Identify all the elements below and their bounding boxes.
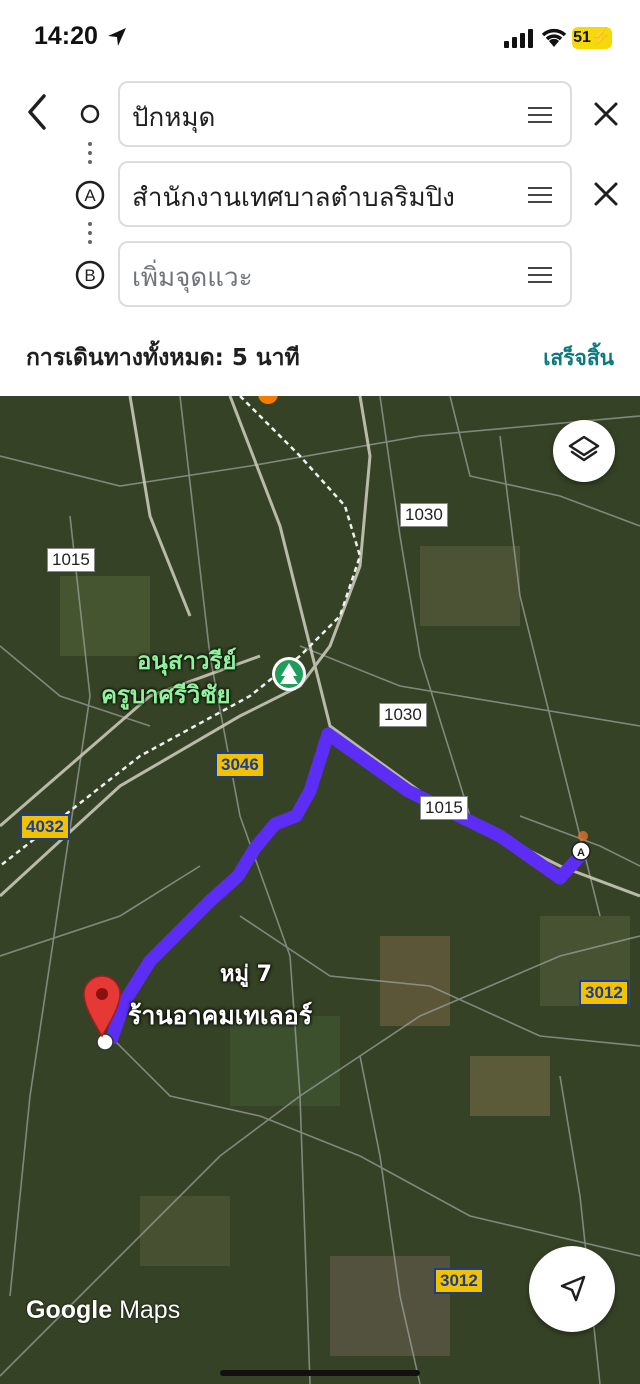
chevron-left-icon bbox=[28, 94, 46, 130]
close-icon bbox=[594, 182, 618, 206]
add-stop-placeholder: เพิ่มจุดแวะ bbox=[132, 263, 253, 293]
back-button[interactable] bbox=[18, 90, 58, 134]
google-maps-logo: Google Maps bbox=[26, 1296, 180, 1325]
origin-field[interactable]: ปักหมุด bbox=[118, 81, 572, 147]
remove-origin-button[interactable] bbox=[590, 98, 622, 130]
endpoint-a-marker: A bbox=[571, 841, 591, 861]
drag-handle-icon[interactable] bbox=[528, 107, 552, 123]
stop-b-letter: B bbox=[84, 266, 95, 285]
road-label-4032: 4032 bbox=[20, 814, 70, 840]
navigation-arrow-icon bbox=[560, 1275, 586, 1302]
remove-stop-a-button[interactable] bbox=[590, 178, 622, 210]
stop-a-value: สำนักงานเทศบาลตำบลริมปิง bbox=[132, 183, 455, 213]
road-label-1015: 1015 bbox=[47, 548, 95, 572]
battery-level: 51 bbox=[573, 29, 591, 46]
wifi-icon bbox=[541, 28, 567, 47]
origin-value: ปักหมุด bbox=[132, 103, 216, 133]
road-label-3012: 3012 bbox=[434, 1268, 484, 1294]
road-label-3012: 3012 bbox=[579, 980, 629, 1006]
status-time: 14:20 bbox=[34, 22, 98, 50]
village-label: หมู่ 7 bbox=[220, 962, 272, 987]
status-bar: 14:20 51⚡ bbox=[0, 0, 640, 76]
poi-label-line2: ครูบาศรีวิชัย bbox=[101, 681, 231, 709]
poi-label-line1: อนุสาวรีย์ bbox=[137, 647, 237, 675]
origin-point bbox=[96, 1033, 114, 1051]
logo-google: Google bbox=[26, 1296, 113, 1324]
destination-place-label[interactable]: ร้านอาคมเทเลอร์ bbox=[128, 996, 312, 1036]
park-tree-icon bbox=[272, 657, 306, 691]
poi-label[interactable]: อนุสาวรีย์ ครูบาศรีวิชัย bbox=[101, 644, 237, 712]
home-indicator[interactable] bbox=[220, 1370, 420, 1376]
close-icon bbox=[594, 102, 618, 126]
drag-handle-icon[interactable] bbox=[528, 267, 552, 283]
road-label-1015: 1015 bbox=[420, 796, 468, 820]
route-connector-dots bbox=[88, 222, 92, 249]
total-travel-time: การเดินทางทั้งหมด: 5 นาที bbox=[26, 345, 300, 371]
satellite-map: A bbox=[0, 396, 640, 1384]
done-button[interactable]: เสร็จสิ้น bbox=[543, 342, 614, 375]
stop-a-marker: A bbox=[74, 179, 106, 211]
stop-a-field[interactable]: สำนักงานเทศบาลตำบลริมปิง bbox=[118, 161, 572, 227]
stop-a-letter: A bbox=[84, 186, 96, 205]
add-stop-field[interactable]: เพิ่มจุดแวะ bbox=[118, 241, 572, 307]
origin-circle-icon bbox=[80, 104, 100, 124]
battery-indicator: 51⚡ bbox=[572, 27, 612, 49]
cellular-signal-icon bbox=[504, 29, 533, 48]
road-label-3046: 3046 bbox=[215, 752, 265, 778]
trip-summary: การเดินทางทั้งหมด: 5 นาที เสร็จสิ้น bbox=[0, 330, 640, 396]
stop-b-marker: B bbox=[74, 259, 106, 291]
road-label-1030: 1030 bbox=[400, 503, 448, 527]
layers-icon bbox=[568, 435, 600, 462]
road-label-1030: 1030 bbox=[379, 703, 427, 727]
map-view[interactable]: A 1030 1015 1030 3046 1015 4032 3012 301… bbox=[0, 396, 640, 1384]
location-arrow-icon bbox=[108, 28, 126, 46]
route-connector-dots bbox=[88, 142, 92, 169]
logo-maps: Maps bbox=[119, 1296, 181, 1324]
endpoint-a-letter: A bbox=[577, 847, 585, 859]
layers-button[interactable] bbox=[553, 420, 615, 482]
drag-handle-icon[interactable] bbox=[528, 187, 552, 203]
my-location-button[interactable] bbox=[529, 1246, 615, 1332]
